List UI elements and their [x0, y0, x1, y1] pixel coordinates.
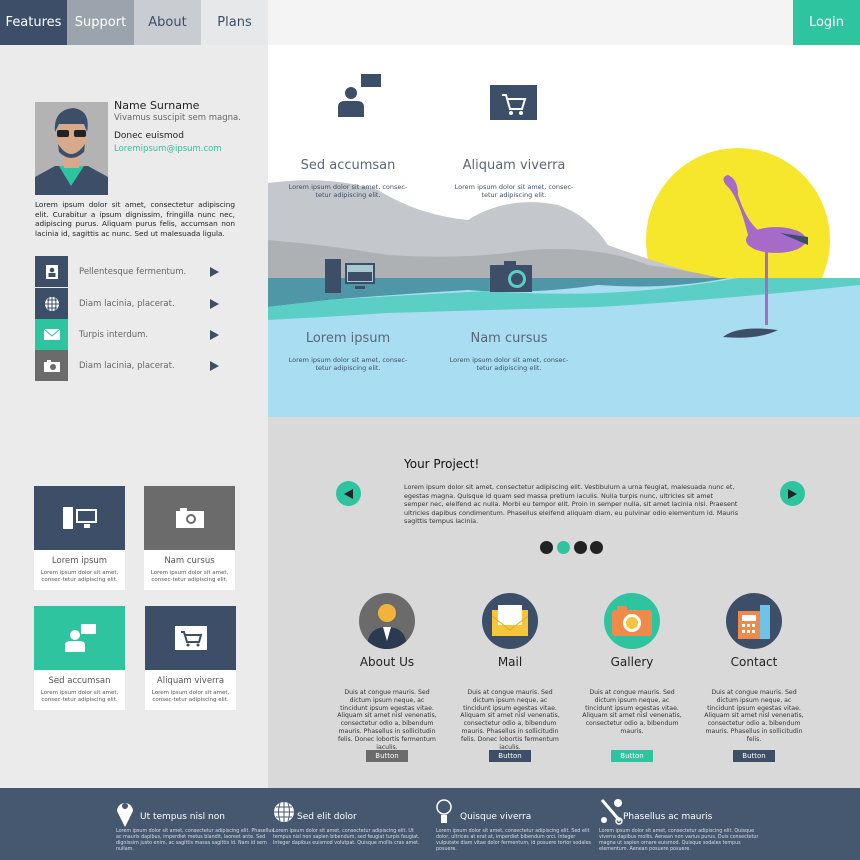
hero-feature-desc: Lorem ipsum dolor sit amet, consec-tetur… — [288, 356, 408, 372]
service-contact: Contact Duis at congue mauris. Sed dictum… — [699, 593, 809, 762]
hero-feature-desc: Lorem ipsum dolor sit amet, consec-tetur… — [454, 183, 574, 199]
footer-title: Ut tempus nisl non — [140, 812, 225, 822]
service-desc: Duis at congue mauris. Sed dictum ipsum … — [337, 689, 437, 751]
card-sed-accumsan[interactable]: Sed accumsan Lorem ipsum dolor sit amet, … — [34, 606, 125, 710]
footer-desc: Lorem ipsum dolor sit amet, consectetur … — [436, 829, 592, 852]
service-title: Gallery — [610, 655, 654, 669]
footer-desc: Lorem ipsum dolor sit amet, consectetur … — [599, 829, 759, 852]
slide-dot-1[interactable] — [540, 541, 553, 554]
service-button[interactable]: Button — [366, 750, 408, 762]
sidebar-item-label: Pellentesque fermentum. — [79, 266, 187, 277]
mail-icon — [482, 593, 538, 649]
slide-dot-3[interactable] — [574, 541, 587, 554]
card-desc: Lorem ipsum dolor sit amet, consec-tetur… — [40, 690, 119, 703]
hero-feature-desc: Lorem ipsum dolor sit amet, consec-tetur… — [288, 183, 408, 199]
globe-icon — [35, 288, 68, 319]
arrow-right-icon — [210, 360, 219, 371]
card-nam-cursus[interactable]: Nam cursus Lorem ipsum dolor sit amet, co… — [144, 486, 235, 590]
prev-slide-button[interactable] — [336, 481, 361, 506]
sidebar-item-3[interactable]: Turpis interdum. — [35, 319, 235, 350]
user-chat-icon — [34, 606, 125, 670]
card-desc: Lorem ipsum dolor sit amet, consec-tetur… — [151, 690, 230, 703]
tab-about[interactable]: About — [134, 0, 201, 45]
sidebar-item-1[interactable]: Pellentesque fermentum. — [35, 256, 235, 287]
card-aliquam-viverra[interactable]: Aliquam viverra Lorem ipsum dolor sit ame… — [145, 606, 236, 710]
location-pin-icon — [117, 803, 133, 827]
hero-feature-title: Aliquam viverra — [462, 158, 566, 173]
computer-icon — [34, 486, 125, 550]
tab-support[interactable]: Support — [67, 0, 134, 45]
arrow-right-icon — [210, 266, 219, 277]
project-title: Your Project! — [404, 457, 480, 471]
service-about-us: About Us Duis at congue mauris. Sed dictu… — [332, 593, 442, 762]
top-nav: Features Support About Plans Login — [0, 0, 860, 45]
hero-feature-title: Nam cursus — [470, 331, 548, 346]
profile-name: Name Surname — [114, 99, 200, 112]
lightbulb-icon — [436, 799, 452, 823]
card-desc: Lorem ipsum dolor sit amet, consec-tetur… — [150, 570, 229, 583]
hero-feature-title: Sed accumsan — [300, 158, 396, 173]
service-button[interactable]: Button — [489, 750, 531, 762]
profile-bio: Lorem ipsum dolor sit amet, consectetur … — [35, 200, 235, 238]
card-desc: Lorem ipsum dolor sit amet, consec-tetur… — [40, 570, 119, 583]
card-title: Nam cursus — [164, 556, 215, 566]
contact-icon — [35, 256, 68, 287]
sidebar-item-label: Turpis interdum. — [79, 329, 149, 340]
computer-icon — [325, 259, 379, 299]
camera-icon — [35, 350, 68, 381]
camera-icon — [604, 593, 660, 649]
service-gallery: Gallery Duis at congue mauris. Sed dictum… — [577, 593, 687, 762]
card-title: Lorem ipsum — [51, 556, 108, 566]
globe-icon — [274, 802, 294, 822]
sidebar-item-label: Diam lacinia, placerat. — [79, 298, 175, 309]
sidebar-item-label: Diam lacinia, placerat. — [79, 360, 175, 371]
login-button[interactable]: Login — [793, 0, 860, 45]
next-slide-button[interactable] — [780, 481, 805, 506]
service-button[interactable]: Button — [611, 750, 653, 762]
user-chat-icon — [337, 73, 383, 121]
avatar — [35, 102, 108, 195]
arrow-right-icon — [210, 298, 219, 309]
camera-icon — [490, 261, 534, 297]
slide-dot-2[interactable] — [557, 541, 570, 554]
service-button[interactable]: Button — [733, 750, 775, 762]
project-body: Lorem ipsum dolor sit amet, consectetur … — [404, 483, 739, 526]
businessman-icon — [359, 593, 415, 649]
hero-feature-title: Lorem ipsum — [305, 331, 391, 346]
tab-plans[interactable]: Plans — [201, 0, 268, 45]
card-lorem-ipsum[interactable]: Lorem ipsum Lorem ipsum dolor sit amet, c… — [34, 486, 125, 590]
footer-title: Phasellus ac mauris — [623, 812, 713, 822]
cart-icon — [490, 85, 537, 120]
sidebar-item-2[interactable]: Diam lacinia, placerat. — [35, 288, 235, 319]
tab-features[interactable]: Features — [0, 0, 67, 45]
hero-feature-desc: Lorem ipsum dolor sit amet, consec-tetur… — [449, 356, 569, 372]
cart-icon — [145, 606, 236, 670]
profile-email[interactable]: Loremipsum@ipsum.com — [114, 144, 222, 154]
card-title: Sed accumsan — [48, 676, 111, 686]
footer-desc: Lorem ipsum dolor sit amet, consectetur … — [116, 829, 274, 852]
chevron-left-icon — [344, 488, 353, 499]
service-desc: Duis at congue mauris. Sed dictum ipsum … — [582, 689, 682, 735]
footer-title: Quisque viverra — [460, 812, 532, 822]
camera-icon — [144, 486, 235, 550]
hero: Sed accumsan Lorem ipsum dolor sit amet,… — [268, 45, 860, 417]
service-title: Mail — [497, 655, 523, 669]
mail-icon — [35, 319, 68, 350]
tools-icon — [600, 799, 623, 825]
slide-dot-4[interactable] — [590, 541, 603, 554]
service-desc: Duis at congue mauris. Sed dictum ipsum … — [460, 689, 560, 751]
phone-icon — [726, 593, 782, 649]
profile-tagline: Vivamus suscipit sem magna. — [114, 113, 241, 123]
sidebar-item-4[interactable]: Diam lacinia, placerat. — [35, 350, 235, 381]
footer-title: Sed elit dolor — [297, 812, 357, 822]
chevron-right-icon — [788, 488, 797, 499]
arrow-right-icon — [210, 329, 219, 340]
service-mail: Mail Duis at congue mauris. Sed dictum ip… — [455, 593, 565, 762]
card-title: Aliquam viverra — [156, 676, 225, 686]
footer-desc: Lorem ipsum dolor sit amet, consectetur … — [273, 829, 420, 846]
service-title: Contact — [730, 655, 778, 669]
service-title: About Us — [359, 655, 415, 669]
service-desc: Duis at congue mauris. Sed dictum ipsum … — [704, 689, 804, 743]
profile-subtitle: Donec euismod — [114, 131, 184, 141]
